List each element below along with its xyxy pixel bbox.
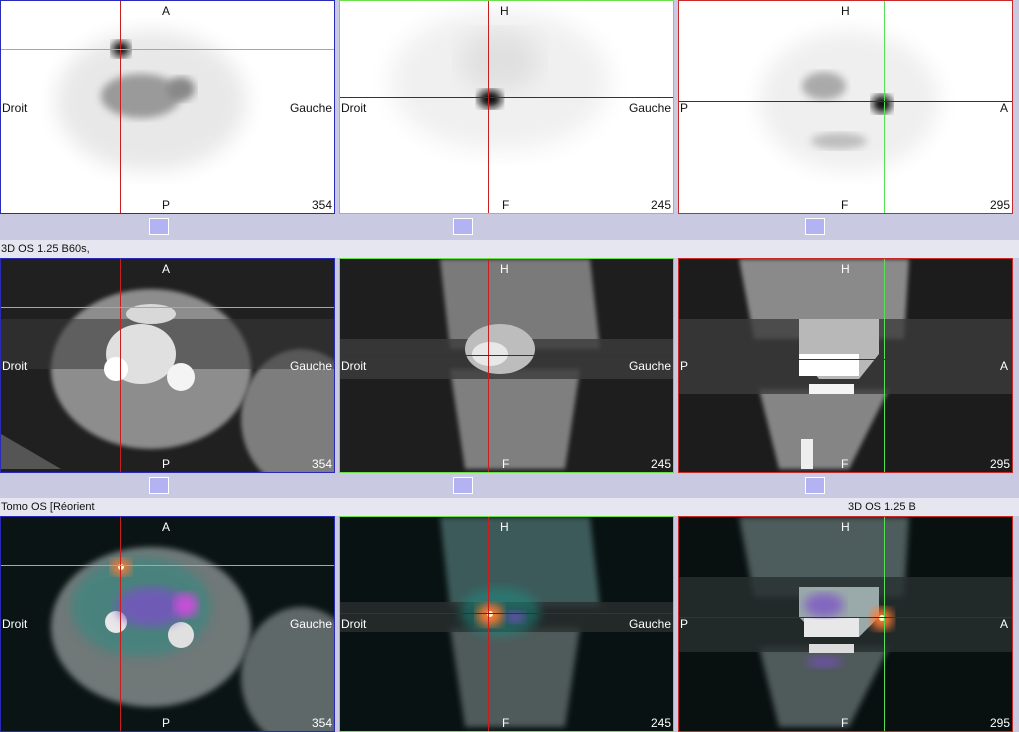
orient-right: Gauche	[289, 359, 332, 373]
orient-top: H	[500, 262, 509, 276]
orient-bottom: F	[841, 198, 849, 212]
ct-coronal-viewport[interactable]: H Droit Gauche F 245	[339, 258, 674, 473]
slice-number: 245	[650, 457, 671, 471]
fusion-axial-image	[51, 547, 334, 731]
series-label: Tomo OS [Réorient	[1, 501, 95, 513]
orient-right: A	[999, 359, 1008, 373]
orient-bottom: F	[502, 716, 510, 730]
ct-axial-image	[1, 289, 334, 472]
fusion-row: A Droit Gauche P 354 H Droit Gauche F 24…	[0, 516, 1019, 732]
spect-axial-image	[56, 31, 246, 171]
crosshair-horizontal[interactable]	[340, 355, 673, 356]
crosshair-vertical[interactable]	[488, 517, 489, 731]
orient-right: Gauche	[628, 359, 671, 373]
crosshair-vertical[interactable]	[120, 1, 121, 213]
slice-slider-strip	[0, 214, 1019, 240]
orient-top: A	[162, 520, 171, 534]
crosshair-horizontal[interactable]	[340, 613, 673, 614]
orient-right: A	[999, 101, 1008, 115]
ct-sagittal-image	[679, 259, 1012, 469]
orient-left: Droit	[341, 359, 367, 373]
series-label: 3D OS 1.25 B60s,	[1, 243, 90, 255]
fusion-sagittal-viewport[interactable]: H P A F 295	[678, 516, 1013, 732]
orient-bottom: P	[162, 198, 171, 212]
series-label-bar: 3D OS 1.25 B60s,	[0, 240, 1019, 258]
orient-left: P	[680, 101, 689, 115]
ct-axial-viewport[interactable]: A Droit Gauche P 354	[0, 258, 335, 473]
crosshair-vertical[interactable]	[884, 517, 885, 731]
series-label-bar: Tomo OS [Réorient 3D OS 1.25 B	[0, 498, 1019, 516]
orient-left: Droit	[2, 101, 28, 115]
slice-number: 295	[989, 198, 1010, 212]
spect-axial-viewport[interactable]: A Droit Gauche P 354	[0, 0, 335, 214]
axial-slice-slider-handle[interactable]	[149, 477, 169, 494]
orient-left: Droit	[341, 617, 367, 631]
orient-bottom: P	[162, 716, 171, 730]
fusion-axial-viewport[interactable]: A Droit Gauche P 354	[0, 516, 335, 732]
orient-left: P	[680, 617, 689, 631]
orient-top: H	[500, 520, 509, 534]
orient-bottom: F	[841, 716, 849, 730]
crosshair-horizontal[interactable]	[679, 617, 1012, 618]
orient-bottom: F	[502, 198, 510, 212]
slice-number: 295	[989, 716, 1010, 730]
slice-number: 354	[311, 198, 332, 212]
slice-number: 245	[650, 198, 671, 212]
spect-sagittal-image	[759, 31, 939, 171]
sagittal-slice-slider-handle[interactable]	[805, 218, 825, 235]
orient-top: A	[162, 4, 171, 18]
crosshair-vertical[interactable]	[120, 517, 121, 731]
fusion-coronal-viewport[interactable]: H Droit Gauche F 245	[339, 516, 674, 732]
orient-left: Droit	[2, 617, 28, 631]
ct-sagittal-viewport[interactable]: H P A F 295	[678, 258, 1013, 473]
orient-left: P	[680, 359, 689, 373]
crosshair-vertical[interactable]	[884, 1, 885, 213]
slice-slider-strip	[0, 473, 1019, 499]
crosshair-horizontal[interactable]	[679, 359, 1012, 360]
orient-right: Gauche	[628, 101, 671, 115]
crosshair-vertical[interactable]	[488, 1, 489, 213]
orient-left: Droit	[341, 101, 367, 115]
orient-top: A	[162, 262, 171, 276]
slice-number: 354	[311, 457, 332, 471]
crosshair-vertical[interactable]	[120, 259, 121, 472]
spect-row: A Droit Gauche P 354 H Droit Gauche F 24…	[0, 0, 1019, 214]
orient-top: H	[841, 262, 850, 276]
slice-number: 245	[650, 716, 671, 730]
crosshair-vertical[interactable]	[488, 259, 489, 472]
crosshair-horizontal[interactable]	[679, 101, 1012, 102]
spect-sagittal-viewport[interactable]: H P A F 295	[678, 0, 1013, 214]
ct-row: A Droit Gauche P 354 H Droit Gauche F 24…	[0, 258, 1019, 473]
orient-left: Droit	[2, 359, 28, 373]
axial-slice-slider-handle[interactable]	[149, 218, 169, 235]
orient-bottom: F	[841, 457, 849, 471]
orient-right: Gauche	[289, 617, 332, 631]
spect-coronal-image	[390, 11, 610, 151]
fusion-sagittal-image	[679, 517, 1012, 727]
orient-top: H	[500, 4, 509, 18]
fusion-coronal-image	[340, 517, 673, 727]
orient-top: H	[841, 520, 850, 534]
crosshair-horizontal[interactable]	[1, 565, 334, 566]
orient-bottom: P	[162, 457, 171, 471]
slice-number: 295	[989, 457, 1010, 471]
spect-coronal-viewport[interactable]: H Droit Gauche F 245	[339, 0, 674, 214]
slice-number: 354	[311, 716, 332, 730]
coronal-slice-slider-handle[interactable]	[453, 477, 473, 494]
orient-bottom: F	[502, 457, 510, 471]
ct-coronal-image	[340, 259, 673, 469]
orient-right: Gauche	[628, 617, 671, 631]
orient-right: Gauche	[289, 101, 332, 115]
orient-right: A	[999, 617, 1008, 631]
coronal-slice-slider-handle[interactable]	[453, 218, 473, 235]
series-label-secondary: 3D OS 1.25 B	[848, 501, 916, 513]
sagittal-slice-slider-handle[interactable]	[805, 477, 825, 494]
crosshair-horizontal[interactable]	[340, 97, 673, 98]
crosshair-horizontal[interactable]	[1, 49, 334, 50]
crosshair-vertical[interactable]	[884, 259, 885, 472]
orient-top: H	[841, 4, 850, 18]
crosshair-horizontal[interactable]	[1, 307, 334, 308]
